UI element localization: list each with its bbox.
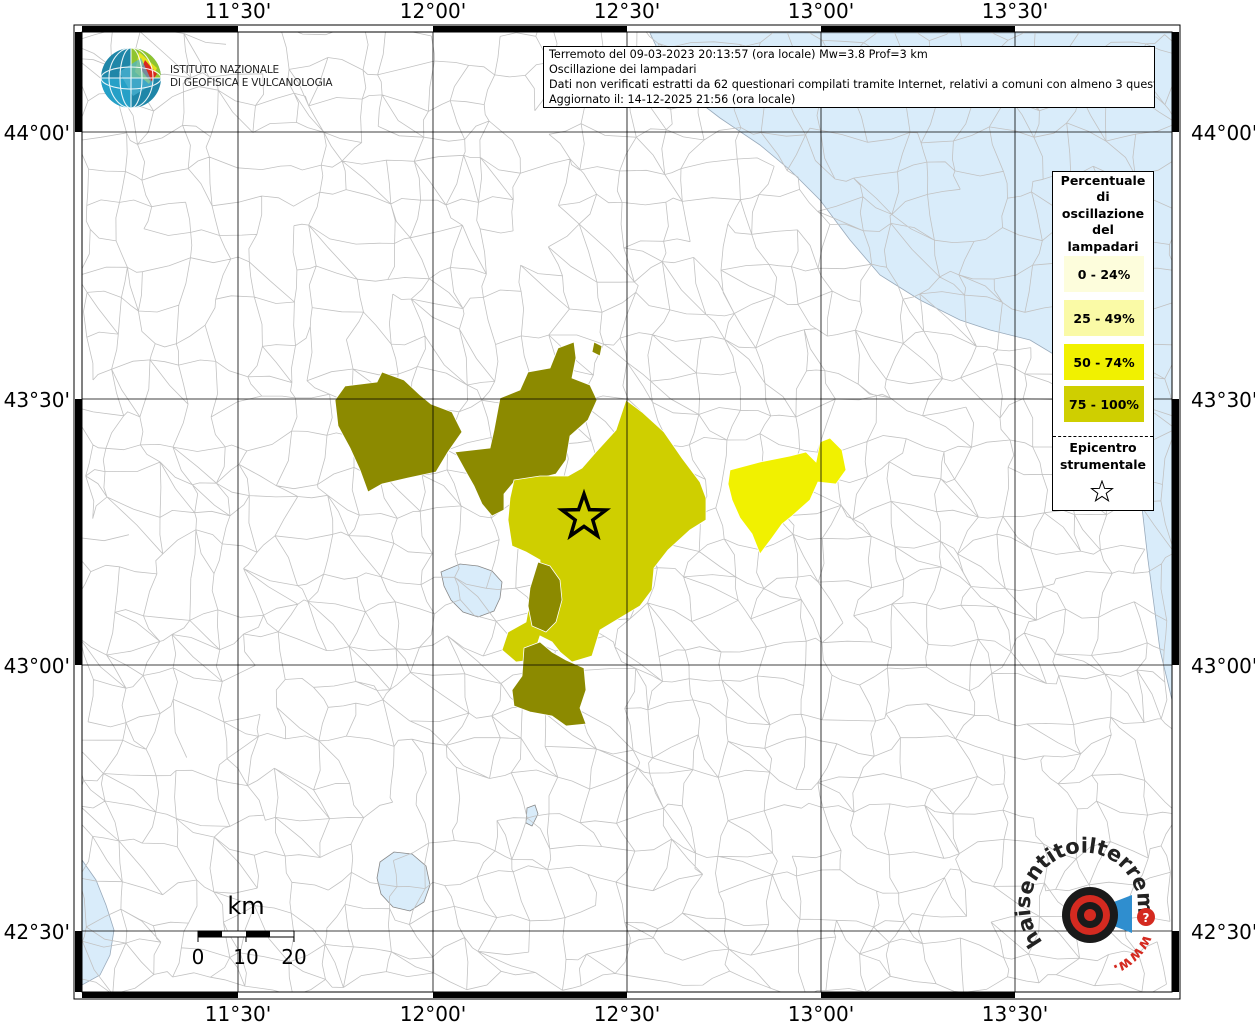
scale-unit: km bbox=[227, 892, 264, 920]
legend-class-50-74[interactable]: 50 - 74% bbox=[1064, 344, 1144, 380]
lon-label: 13°30' bbox=[982, 1002, 1048, 1024]
legend-class-label: 75 - 100% bbox=[1069, 396, 1139, 412]
lat-labels-right: 44°00' 43°30' 43°00' 42°30' bbox=[1191, 121, 1255, 944]
legend-title-line: lampadari bbox=[1067, 238, 1139, 254]
lon-label: 11°30' bbox=[205, 0, 271, 23]
scale-label-10: 10 bbox=[233, 945, 258, 969]
frame-bar-right bbox=[1172, 399, 1179, 665]
frame-bar-bottom bbox=[433, 992, 627, 998]
legend: Percentuale di oscillazione del lampadar… bbox=[1052, 171, 1154, 511]
lon-label: 12°00' bbox=[400, 0, 466, 23]
lat-labels-left: 44°00' 43°30' 43°00' 42°30' bbox=[4, 121, 70, 944]
svg-text:?: ? bbox=[1143, 911, 1150, 925]
title-line-disclaimer: Dati non verificati estratti da 62 quest… bbox=[549, 78, 1155, 91]
scale-label-20: 20 bbox=[281, 945, 306, 969]
frame-bar-top bbox=[433, 26, 627, 32]
lat-label: 43°00' bbox=[4, 654, 70, 678]
frame-bar-bottom bbox=[821, 992, 1015, 998]
map-canvas[interactable]: 11°30' 12°00' 12°30' 13°00' 13°30' 11°30… bbox=[0, 0, 1255, 1024]
lat-label: 42°30' bbox=[1191, 920, 1255, 944]
title-line-earthquake: Terremoto del 09-03-2023 20:13:57 (ora l… bbox=[549, 48, 928, 61]
frame-bar-left bbox=[75, 931, 82, 992]
lon-label: 12°30' bbox=[594, 0, 660, 23]
institute-line-1: ISTITUTO NAZIONALE bbox=[170, 64, 279, 76]
ingv-logo-icon bbox=[100, 47, 162, 109]
title-line-updated: Aggiornato il: 14-12-2025 21:56 (ora loc… bbox=[549, 93, 796, 106]
lat-label: 42°30' bbox=[4, 920, 70, 944]
area-dark-west[interactable] bbox=[334, 371, 463, 493]
legend-class-25-49[interactable]: 25 - 49% bbox=[1064, 300, 1144, 336]
lon-label: 13°00' bbox=[788, 1002, 854, 1024]
lat-label: 43°00' bbox=[1191, 654, 1255, 678]
legend-title: Percentuale di oscillazione del lampadar… bbox=[1053, 172, 1153, 255]
legend-title-line: oscillazione bbox=[1061, 205, 1145, 221]
area-dark-north-2[interactable] bbox=[591, 341, 603, 357]
lon-label: 11°30' bbox=[205, 1002, 271, 1024]
lon-label: 13°30' bbox=[982, 0, 1048, 23]
legend-epicenter-line: Epicentro bbox=[1069, 440, 1137, 455]
legend-class-0-24[interactable]: 0 - 24% bbox=[1064, 256, 1144, 292]
lat-label: 44°00' bbox=[4, 121, 70, 145]
title-box: Terremoto del 09-03-2023 20:13:57 (ora l… bbox=[543, 46, 1155, 108]
legend-separator bbox=[1053, 436, 1153, 437]
lon-label: 12°00' bbox=[400, 1002, 466, 1024]
lat-label: 43°30' bbox=[1191, 388, 1255, 412]
legend-epicenter-title: Epicentro strumentale bbox=[1053, 440, 1153, 473]
lake-bolsena bbox=[376, 851, 431, 912]
institute-line-2: DI GEOFISICA E VULCANOLOGIA bbox=[170, 76, 333, 89]
frame-bar-top bbox=[82, 26, 238, 32]
title-line-parameter: Oscillazione dei lampadari bbox=[549, 63, 697, 76]
legend-title-line: Percentuale bbox=[1060, 173, 1146, 188]
lake-trasimeno bbox=[440, 563, 503, 618]
hai-sentito-logo-icon: haisentitoilterremoto.it www. ? bbox=[1011, 834, 1158, 979]
tyrrhenian-sea bbox=[81, 858, 115, 986]
legend-title-line: del bbox=[1092, 222, 1114, 238]
legend-star-icon bbox=[1090, 480, 1114, 502]
area-yellow-east[interactable] bbox=[727, 437, 847, 555]
scale-bar: km 0 10 20 bbox=[192, 892, 307, 969]
frame-bar-top bbox=[821, 26, 1015, 32]
lon-label: 13°00' bbox=[788, 0, 854, 23]
legend-class-75-100[interactable]: 75 - 100% bbox=[1064, 386, 1144, 422]
legend-epicenter-line: strumentale bbox=[1059, 456, 1147, 472]
legend-title-line: di bbox=[1096, 189, 1110, 205]
scale-label-0: 0 bbox=[192, 945, 205, 969]
lat-label: 44°00' bbox=[1191, 121, 1255, 145]
frame-bar-left bbox=[75, 32, 82, 132]
lon-label: 12°30' bbox=[594, 1002, 660, 1024]
frame-bar-right bbox=[1172, 32, 1179, 132]
lat-label: 43°30' bbox=[4, 388, 70, 412]
legend-class-label: 0 - 24% bbox=[1077, 266, 1131, 282]
legend-class-label: 50 - 74% bbox=[1073, 354, 1135, 370]
lon-labels-bottom: 11°30' 12°00' 12°30' 13°00' 13°30' bbox=[205, 1002, 1048, 1024]
institute-name: ISTITUTO NAZIONALE DI GEOFISICA E VULCAN… bbox=[170, 64, 333, 89]
lon-labels-top: 11°30' 12°00' 12°30' 13°00' 13°30' bbox=[205, 0, 1048, 23]
legend-class-label: 25 - 49% bbox=[1073, 310, 1135, 326]
frame-bar-right bbox=[1172, 931, 1179, 992]
frame-bar-bottom bbox=[82, 992, 238, 998]
frame-bar-left bbox=[75, 399, 82, 665]
